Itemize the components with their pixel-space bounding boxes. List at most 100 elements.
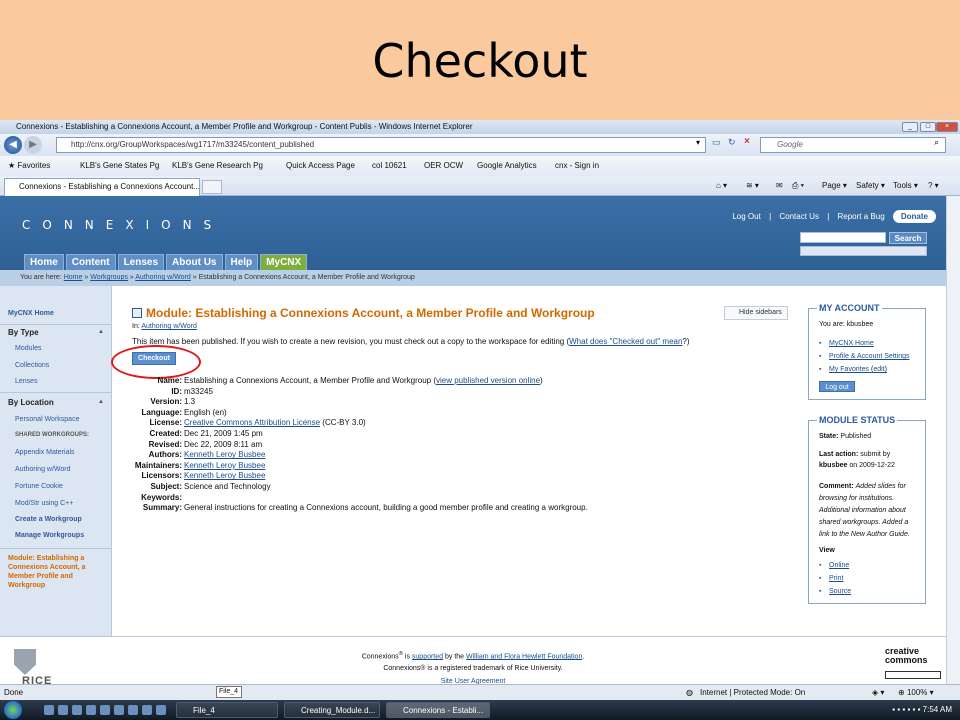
fav-link[interactable]: Google Analytics (477, 156, 537, 176)
in-workgroup-link[interactable]: Authoring w/Word (141, 323, 197, 330)
hewlett-link[interactable]: William and Flora Hewlett Foundation (466, 653, 582, 660)
nav-workgroup[interactable]: Fortune Cookie (15, 483, 63, 490)
quicklaunch-icon[interactable] (86, 705, 96, 715)
site-logo[interactable]: CONNEXIONS (22, 218, 223, 232)
quicklaunch-icon[interactable] (114, 705, 124, 715)
nav-tab-home[interactable]: Home (24, 254, 64, 270)
new-tab-button[interactable] (202, 180, 222, 194)
quicklaunch-icon[interactable] (142, 705, 152, 715)
nav-workgroup[interactable]: Mod/Str using C++ (15, 500, 73, 507)
by-type-heading[interactable]: By Type (8, 328, 39, 337)
my-favorites-link[interactable]: My Favorites (edit) (829, 366, 887, 373)
edit-favorites-link[interactable]: edit (873, 366, 884, 373)
start-button[interactable] (4, 701, 22, 719)
tab-current[interactable]: Connexions - Establishing a Connexions A… (4, 178, 200, 196)
by-location-heading[interactable]: By Location (8, 398, 54, 407)
home-icon[interactable]: ⌂ ▾ (716, 176, 727, 196)
taskbar-item-file4[interactable]: File_4 (176, 702, 278, 718)
safety-menu[interactable]: Safety ▾ (856, 176, 885, 196)
nav-tab-mycnx[interactable]: MyCNX (260, 254, 308, 270)
fav-link[interactable]: KLB's Gene Research Pg (172, 156, 263, 176)
nav-workgroup[interactable]: Authoring w/Word (15, 466, 71, 473)
contact-link[interactable]: Contact Us (779, 212, 819, 221)
create-workgroup-link[interactable]: Create a Workgroup (15, 516, 82, 523)
manage-workgroups-link[interactable]: Manage Workgroups (15, 532, 84, 539)
metadata-link[interactable]: Kenneth Leroy Busbee (184, 471, 265, 480)
taskbar-item-ie[interactable]: Connexions - Establi... (386, 702, 490, 718)
view-source-link[interactable]: Source (829, 588, 851, 595)
help-icon[interactable]: ? ▾ (928, 176, 939, 196)
nav-tab-help[interactable]: Help (224, 254, 259, 270)
mycnx-home-link[interactable]: MyCNX Home (8, 310, 54, 317)
quicklaunch-icon[interactable] (156, 705, 166, 715)
tray-icons[interactable]: ▪ ▪ ▪ ▪ ▪ ▪ (892, 705, 922, 714)
breadcrumb-authoring[interactable]: Authoring w/Word (135, 274, 191, 281)
nav-lenses[interactable]: Lenses (15, 378, 38, 385)
favorites-button[interactable]: ★ Favorites (8, 156, 50, 176)
profile-settings-link[interactable]: Profile & Account Settings (829, 353, 910, 360)
maximize-button[interactable]: □ (920, 122, 936, 132)
back-button[interactable]: ◀ (4, 136, 22, 154)
view-online-link[interactable]: Online (829, 562, 849, 569)
checked-out-help-link[interactable]: What does "Checked out" mean (569, 337, 682, 346)
breadcrumb-home[interactable]: Home (64, 274, 83, 281)
fav-link[interactable]: OER OCW (424, 156, 463, 176)
taskbar-item-word[interactable]: Creating_Module.d... (284, 702, 380, 718)
metadata-link[interactable]: Kenneth Leroy Busbee (184, 461, 265, 470)
nav-modules[interactable]: Modules (15, 345, 41, 352)
stop-icon[interactable]: × (744, 136, 750, 147)
nav-tab-about[interactable]: About Us (166, 254, 223, 270)
compat-view-icon[interactable]: ▭ (712, 137, 721, 148)
tools-menu[interactable]: Tools ▾ (893, 176, 918, 196)
metadata-link[interactable]: Creative Commons Attribution License (184, 418, 320, 427)
close-window-button[interactable]: × (936, 122, 958, 132)
view-print-link[interactable]: Print (829, 575, 843, 582)
print-icon[interactable]: ⎙ ▾ (792, 176, 804, 196)
nav-workgroup[interactable]: Appendix Materials (15, 449, 75, 456)
refresh-icon[interactable]: ↻ (728, 137, 736, 148)
mycnx-home-link[interactable]: MyCNX Home (829, 340, 874, 347)
search-icon[interactable]: ⌕ (934, 137, 939, 148)
zoom-control[interactable]: ⊕ 100% ▾ (898, 685, 934, 701)
nav-tab-content[interactable]: Content (65, 254, 116, 270)
page-scrollbar[interactable] (946, 196, 960, 684)
fav-link[interactable]: Quick Access Page (286, 156, 355, 176)
breadcrumb-workgroups[interactable]: Workgroups (90, 274, 128, 281)
hide-sidebars-button[interactable]: Hide sidebars (724, 306, 788, 320)
quicklaunch-icon[interactable] (44, 705, 54, 715)
donate-button[interactable]: Donate (892, 210, 936, 223)
mail-icon[interactable]: ✉ (776, 176, 783, 196)
clock[interactable]: 7:54 AM (923, 705, 952, 714)
forward-button[interactable]: ▶ (24, 136, 42, 154)
site-search-input[interactable] (800, 232, 886, 243)
nav-tab-lenses[interactable]: Lenses (117, 254, 165, 270)
metadata-link[interactable]: view published version online (436, 376, 540, 385)
page-menu[interactable]: Page ▾ (822, 176, 847, 196)
logout-button[interactable]: Log out (819, 381, 855, 392)
metadata-link[interactable]: Kenneth Leroy Busbee (184, 450, 265, 459)
fav-link[interactable]: KLB's Gene States Pg (80, 156, 159, 176)
fav-link[interactable]: cnx - Sign in (555, 156, 599, 176)
quicklaunch-icon[interactable] (58, 705, 68, 715)
browser-search-input[interactable]: Google (760, 137, 946, 153)
nav-personal-workspace[interactable]: Personal Workspace (15, 416, 79, 423)
address-dropdown-icon[interactable]: ▾ (696, 138, 700, 147)
security-icon[interactable]: ◈ ▾ (872, 685, 884, 701)
site-search-scrollbar[interactable] (800, 246, 927, 256)
logout-link[interactable]: Log Out (732, 212, 760, 221)
address-input[interactable]: http://cnx.org/GroupWorkspaces/wg1717/m3… (56, 137, 706, 153)
report-bug-link[interactable]: Report a Bug (838, 212, 885, 221)
quicklaunch-icon[interactable] (128, 705, 138, 715)
fav-link[interactable]: col 10621 (372, 156, 407, 176)
quicklaunch-icon[interactable] (72, 705, 82, 715)
collapse-icon[interactable]: ▲ (98, 399, 104, 405)
collapse-icon[interactable]: ▲ (98, 329, 104, 335)
quicklaunch-icon[interactable] (100, 705, 110, 715)
feeds-icon[interactable]: ≋ ▾ (746, 176, 759, 196)
minimize-button[interactable]: _ (902, 122, 918, 132)
current-module-link[interactable]: Module: Establishing a Connexions Accoun… (8, 554, 104, 590)
site-search-button[interactable]: Search (889, 232, 927, 244)
creative-commons-logo[interactable]: creative commons (885, 647, 941, 667)
supported-link[interactable]: supported (412, 653, 443, 660)
nav-collections[interactable]: Collections (15, 362, 49, 369)
